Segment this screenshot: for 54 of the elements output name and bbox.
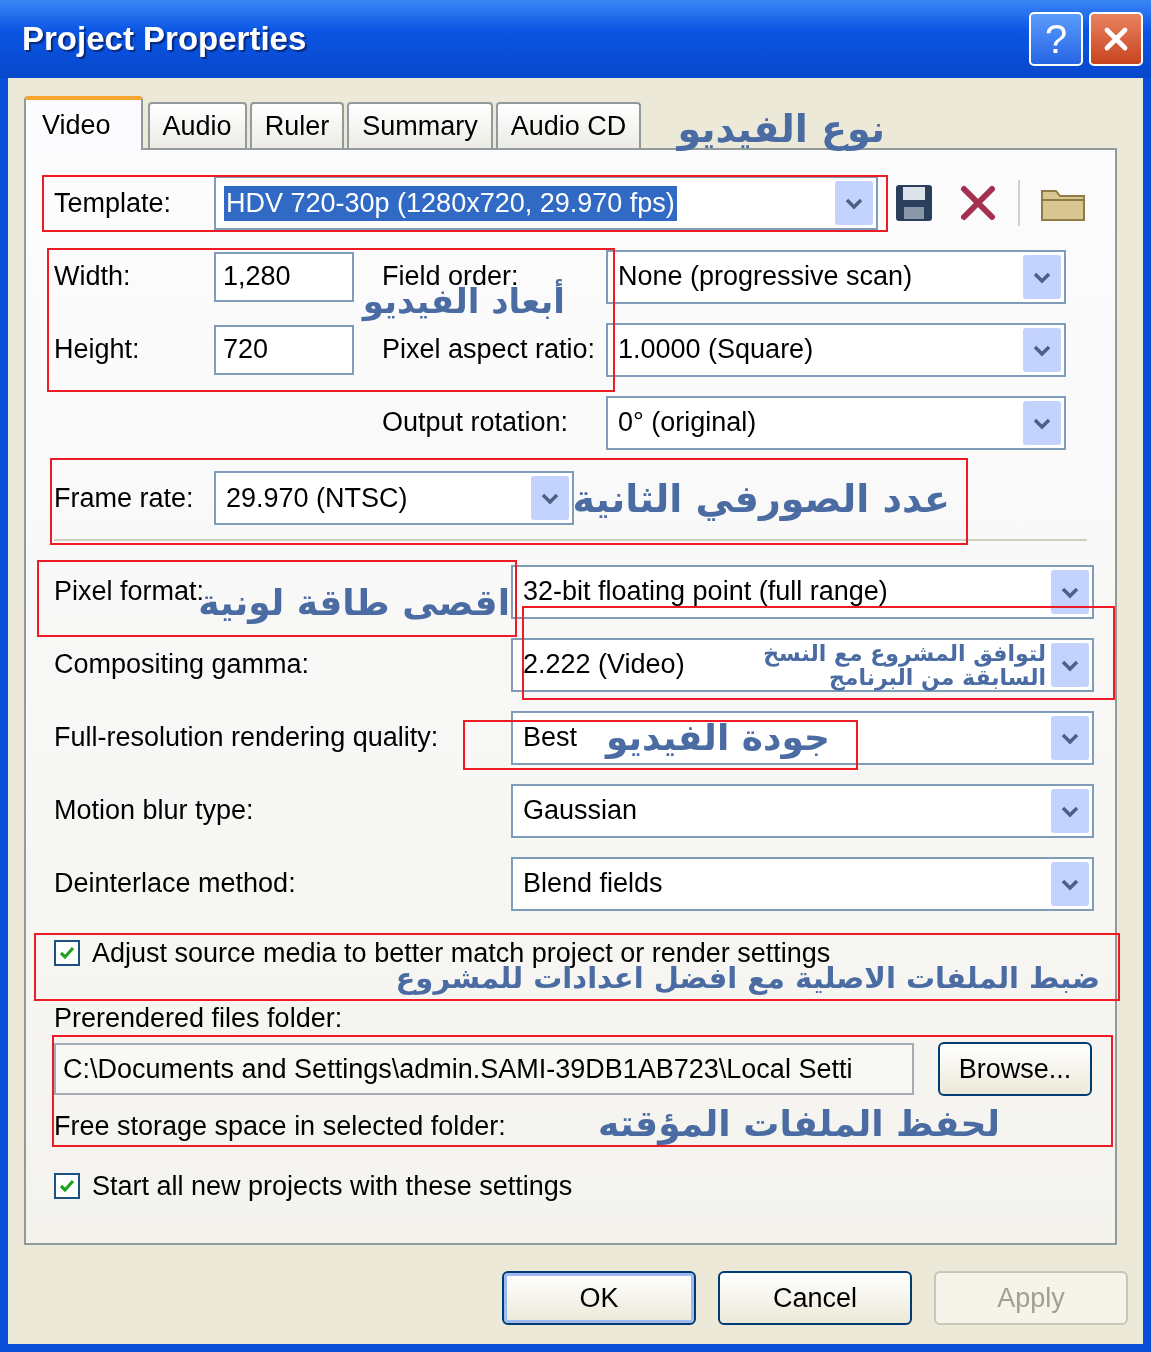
field-label: Prerendered files folder: (54, 1003, 343, 1035)
checkbox[interactable] (54, 1173, 80, 1199)
field-label: Height: (54, 334, 141, 365)
close-button[interactable] (1089, 12, 1143, 66)
chevron-down-icon (1023, 254, 1061, 299)
dropdown-value: HDV 720-30p (1280x720, 29.970 fps) (224, 185, 677, 221)
tab[interactable]: Audio CD (495, 102, 642, 148)
chevron-down-icon (1051, 788, 1089, 833)
chevron-down-icon (1051, 715, 1089, 760)
tab[interactable]: Ruler (249, 102, 345, 148)
chevron-down-icon (1051, 861, 1089, 906)
field-label: Template: (54, 187, 173, 219)
frame-rate-dropdown[interactable]: 29.970 (NTSC) (214, 471, 574, 525)
field-label: Output rotation: (381, 407, 570, 438)
dropdown[interactable]: Blend fields (511, 856, 1094, 911)
field-label: Deinterlace method: (54, 868, 296, 898)
field-label: Pixel aspect ratio: (381, 334, 597, 365)
annotation-text: جودة الفيديو (605, 718, 830, 759)
delete-icon[interactable] (958, 183, 998, 223)
folder-path-field[interactable]: C:\Documents and Settings\admin.SAMI-39DB1AB723\Local Setti (54, 1043, 914, 1095)
field-label: Compositing gamma: (54, 649, 310, 679)
chevron-down-icon (531, 476, 569, 520)
tab[interactable]: Summary (347, 102, 493, 148)
chevron-down-icon (1023, 400, 1061, 445)
annotation-text: نوع الفيديو (677, 108, 885, 151)
window-title: Project Properties (22, 20, 307, 58)
dropdown[interactable]: 0° (original) (606, 395, 1066, 450)
annotation-text: عدد الصورفي الثانية (572, 478, 950, 521)
dropdown[interactable]: 1.0000 (Square) (606, 322, 1066, 377)
browse-button[interactable]: Browse... (938, 1042, 1092, 1096)
storage-label: Free storage space in selected folder: (54, 1111, 506, 1143)
input-field[interactable]: 1,280 (214, 251, 354, 302)
dialog-button[interactable]: Cancel (718, 1271, 912, 1325)
checkbox-label: Start all new projects with these settings (92, 1170, 573, 1202)
annotation-text: لحفظ الملفات المؤقته (598, 1104, 1000, 1145)
checkbox[interactable] (54, 940, 80, 966)
chevron-down-icon (835, 181, 873, 225)
template-dropdown[interactable]: HDV 720-30p (1280x720, 29.970 fps) (214, 176, 878, 230)
tab[interactable]: Video (24, 96, 143, 150)
tab[interactable]: Audio (147, 102, 247, 148)
field-label: Frame rate: (54, 482, 195, 514)
dropdown[interactable]: None (progressive scan) (606, 249, 1066, 304)
dialog-button[interactable]: OK (502, 1271, 696, 1325)
input-field[interactable]: 720 (214, 324, 354, 375)
field-label: Motion blur type: (54, 795, 254, 825)
dropdown[interactable]: Gaussian (511, 783, 1094, 838)
chevron-down-icon (1051, 569, 1089, 614)
field-label: Width: (54, 261, 132, 292)
annotation-text: لتوافق المشروع مع النسخ السابقة من البرنامج (762, 641, 1046, 691)
dropdown[interactable]: 32-bit floating point (full range) (511, 564, 1094, 619)
save-icon[interactable] (894, 183, 934, 223)
chevron-down-icon (1051, 642, 1089, 687)
chevron-down-icon (1023, 327, 1061, 372)
field-label: Full-resolution rendering quality: (54, 722, 439, 752)
